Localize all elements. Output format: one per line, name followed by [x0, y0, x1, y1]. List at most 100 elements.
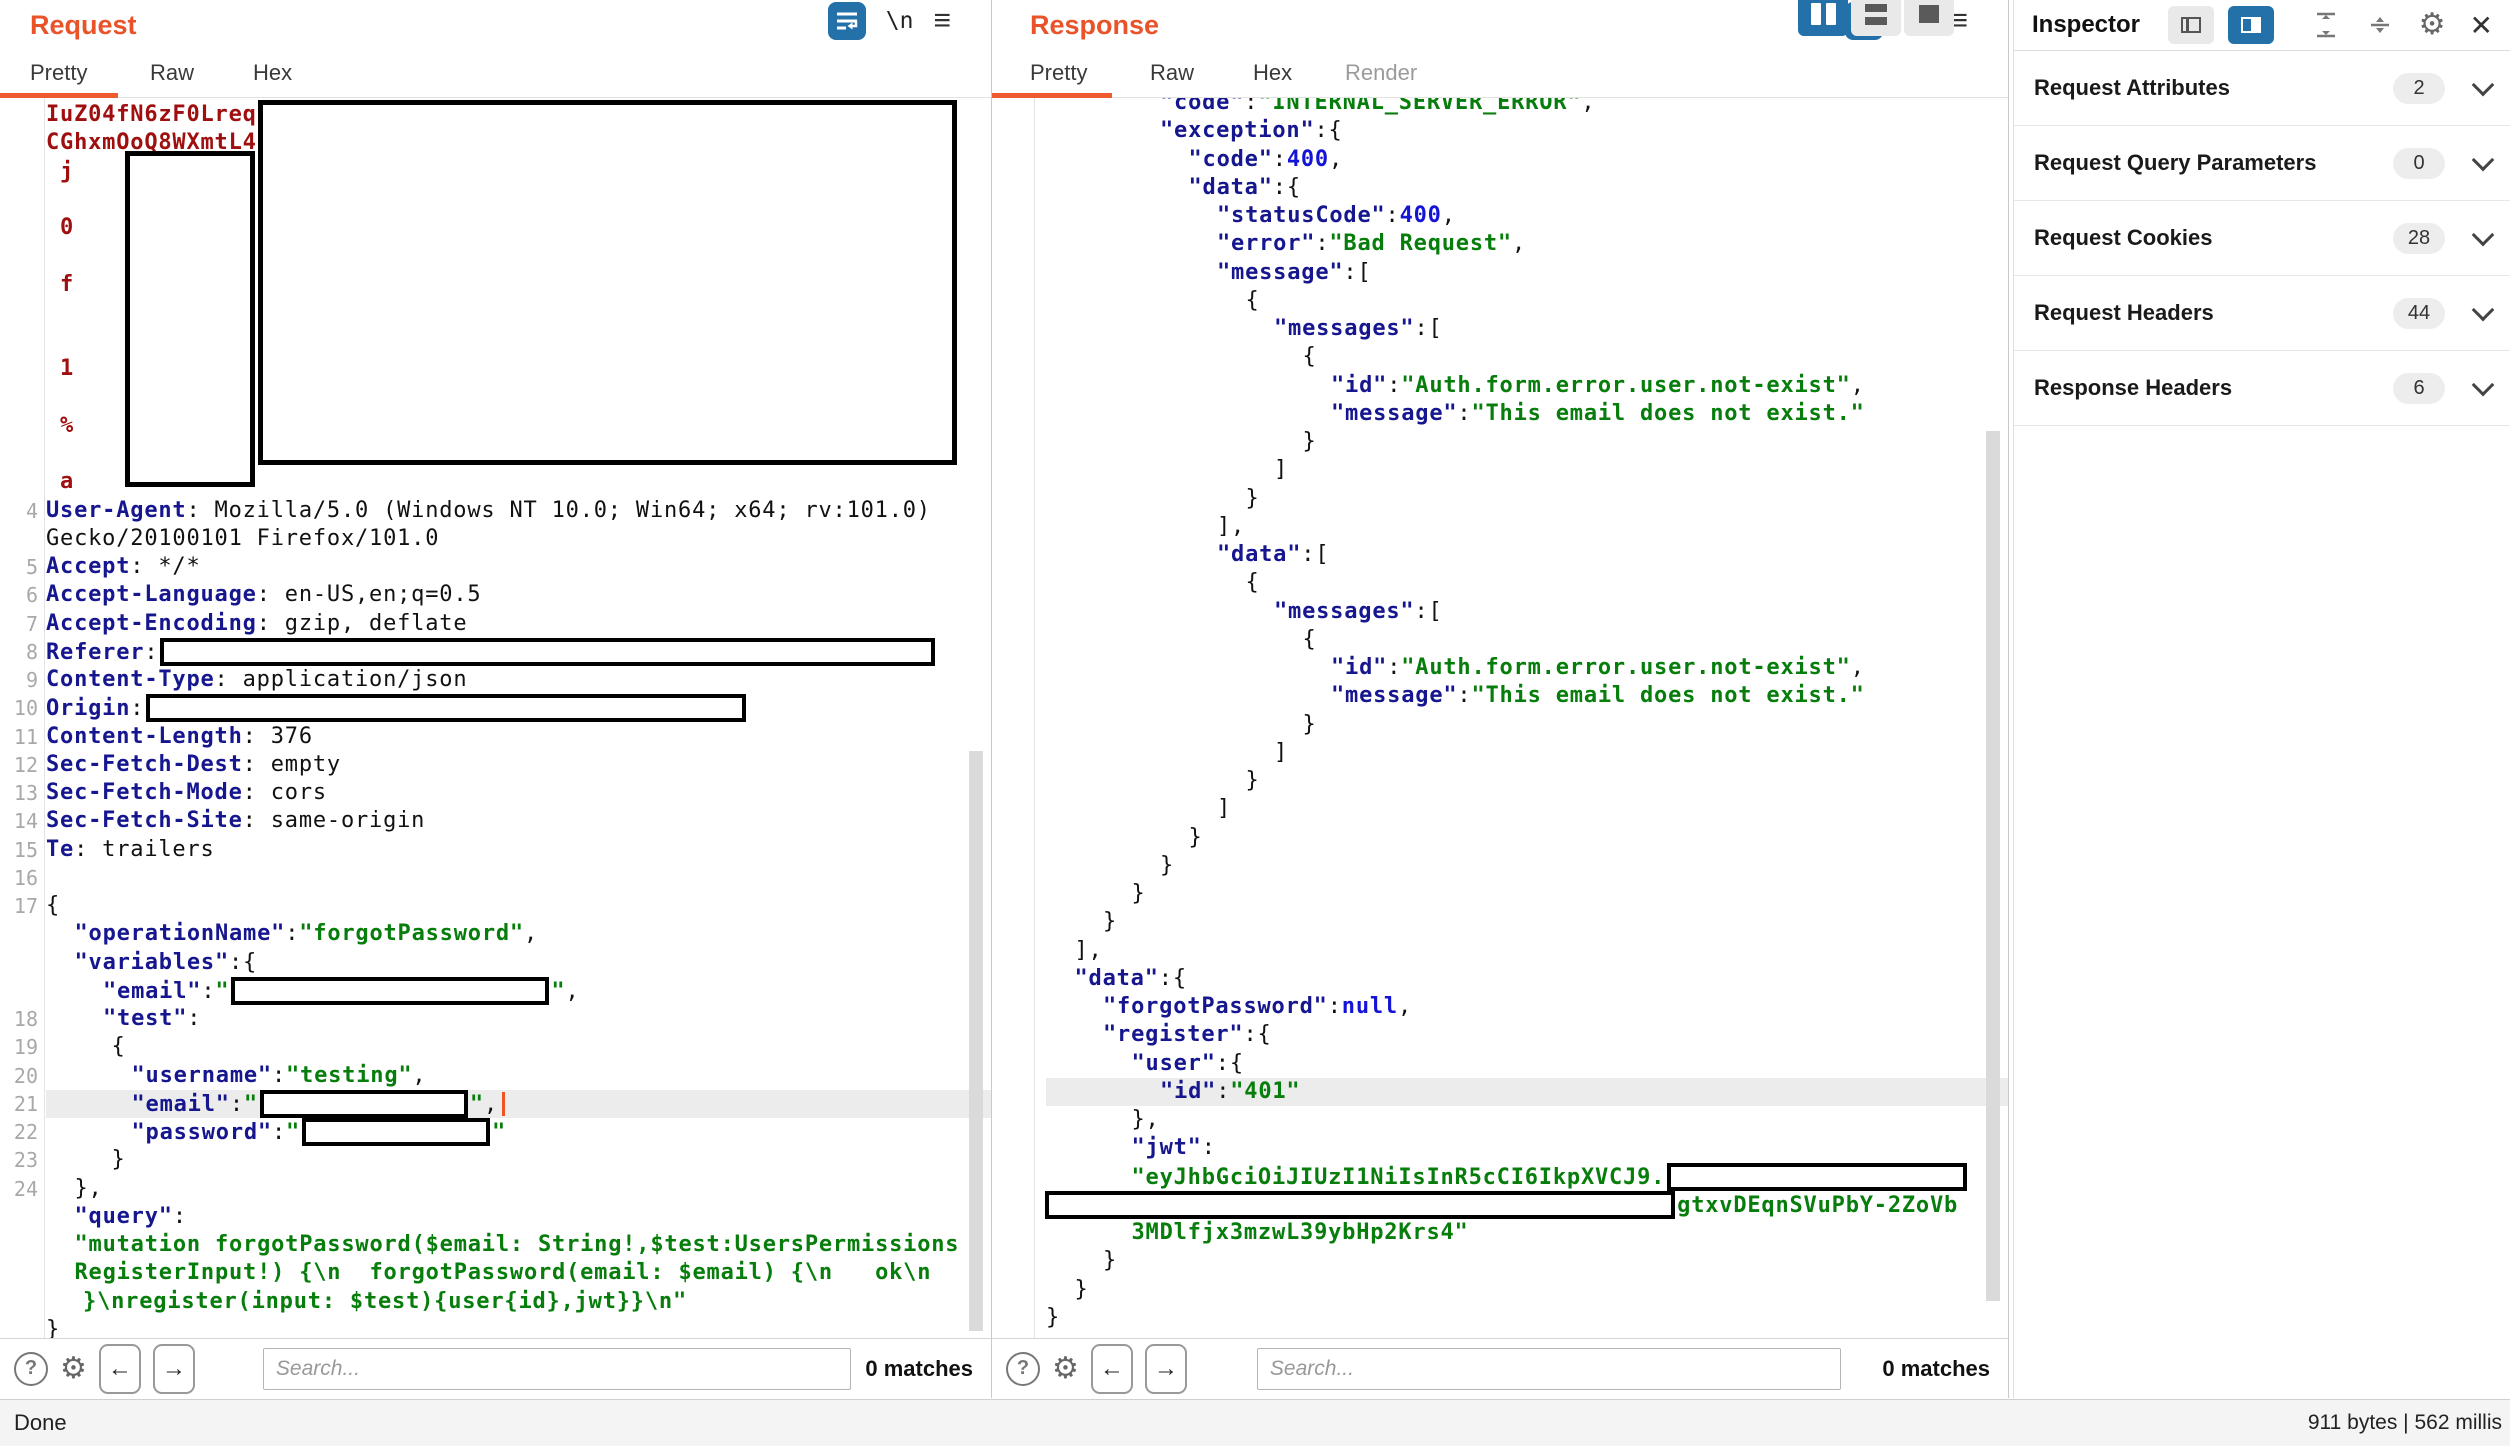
gear-icon[interactable]: ⚙ — [1052, 1354, 1079, 1384]
section-label: Request Attributes — [2034, 75, 2393, 101]
code-text: : Mozilla/5.0 (Windows NT 10.0; Win64; x… — [186, 498, 930, 523]
layout-rows-button[interactable] — [1851, 0, 1901, 36]
code-row: 6Accept-Language: en-US,en;q=0.5 — [46, 581, 991, 609]
inspector-section-request-cookies[interactable]: Request Cookies 28 — [2014, 201, 2510, 276]
code-row: "code":"INTERNAL_SERVER_ERROR", — [1046, 98, 2008, 117]
layout-single-button[interactable] — [1904, 0, 1954, 36]
search-prev-button[interactable]: ← — [99, 1344, 141, 1394]
code-text: : — [1387, 655, 1401, 680]
code-row: "mutation forgotPassword($email: String!… — [46, 1231, 991, 1259]
code-text: { — [1303, 344, 1317, 369]
tab-raw[interactable]: Raw — [1150, 60, 1194, 86]
response-vertical-scrollbar[interactable] — [1986, 431, 2000, 1301]
line-number: 14 — [0, 807, 38, 835]
code-row: } — [1046, 852, 2008, 880]
tab-pretty[interactable]: Pretty — [1030, 60, 1087, 86]
expand-all-icon[interactable] — [2311, 10, 2341, 40]
code-row: 13Sec-Fetch-Mode: cors — [46, 779, 991, 807]
code-row: "forgotPassword":null, — [1046, 993, 2008, 1021]
code-row: "variables":{ — [46, 949, 991, 977]
code-row: "error":"Bad Request", — [1046, 230, 2008, 258]
code-row: 9Content-Type: application/json — [46, 666, 991, 694]
code-text: "exception" — [1160, 118, 1315, 143]
code-row: 8Referer: — [46, 638, 991, 666]
inspector-section-request-query-parameters[interactable]: Request Query Parameters 0 — [2014, 126, 2510, 201]
line-number: 15 — [0, 836, 38, 864]
help-icon[interactable]: ? — [1006, 1352, 1040, 1386]
chevron-down-icon — [2472, 149, 2495, 172]
layout-columns-button[interactable] — [1798, 0, 1848, 36]
tab-render[interactable]: Render — [1345, 60, 1417, 86]
code-text: "message" — [1331, 683, 1457, 708]
code-text: ], — [1075, 938, 1103, 963]
code-text: : — [1387, 373, 1401, 398]
line-number: 22 — [0, 1118, 38, 1146]
code-text: :[ — [1343, 260, 1371, 285]
collapse-all-icon[interactable] — [2365, 10, 2395, 40]
close-icon[interactable]: ✕ — [2470, 9, 2493, 42]
code-text: "query" — [75, 1204, 173, 1229]
line-number: 16 — [0, 864, 38, 892]
code-text: ] — [1274, 740, 1288, 765]
help-icon[interactable]: ? — [14, 1352, 48, 1386]
code-text: "test" — [103, 1006, 187, 1031]
inspector-section-response-headers[interactable]: Response Headers 6 — [2014, 351, 2510, 426]
request-vertical-scrollbar[interactable] — [969, 751, 983, 1331]
code-text: : — [1273, 147, 1287, 172]
code-text: Gecko/20100101 Firefox/101.0 — [46, 526, 439, 551]
gear-icon[interactable]: ⚙ — [2419, 10, 2446, 40]
inspector-dock-side-button[interactable] — [2228, 6, 2274, 44]
tab-raw[interactable]: Raw — [150, 60, 194, 86]
search-prev-button[interactable]: ← — [1091, 1344, 1133, 1394]
line-number: 18 — [0, 1005, 38, 1033]
editor-menu-icon[interactable]: ≡ — [933, 6, 951, 36]
response-body-viewer[interactable]: "code":"INTERNAL_SERVER_ERROR","exceptio… — [992, 98, 2008, 1338]
word-wrap-icon — [834, 8, 860, 34]
inspector-dock-columns-button[interactable] — [2168, 6, 2214, 44]
code-text: : */* — [130, 554, 200, 579]
inspector-section-request-headers[interactable]: Request Headers 44 — [2014, 276, 2510, 351]
code-row: } — [1046, 1276, 2008, 1304]
code-text: } — [1075, 1277, 1089, 1302]
code-text: j — [46, 159, 74, 184]
code-text: : — [1328, 994, 1342, 1019]
gear-icon[interactable]: ⚙ — [60, 1354, 87, 1384]
inspector-panel: Inspector ⚙ ✕ Request Attributes 2 — [2013, 0, 2510, 1398]
code-text: "message" — [1217, 260, 1343, 285]
code-text: 400 — [1400, 203, 1442, 228]
code-text: IuZ04fN6zF0Lreq — [46, 102, 257, 127]
section-label: Response Headers — [2034, 375, 2393, 401]
code-row: "code":400, — [1046, 146, 2008, 174]
inspector-section-request-attributes[interactable]: Request Attributes 2 — [2014, 51, 2510, 126]
code-text: "code" — [1160, 98, 1244, 115]
code-text: : — [230, 1092, 244, 1117]
redaction-box — [258, 100, 957, 465]
tab-pretty[interactable]: Pretty — [30, 60, 87, 86]
line-number: 5 — [0, 553, 38, 581]
tab-hex[interactable]: Hex — [1253, 60, 1292, 86]
code-text: "data" — [1189, 175, 1273, 200]
section-label: Request Query Parameters — [2034, 150, 2393, 176]
code-row: 5Accept: */* — [46, 553, 991, 581]
code-text: "forgotPassword" — [299, 921, 524, 946]
tab-hex[interactable]: Hex — [253, 60, 292, 86]
word-wrap-toggle-button[interactable] — [828, 2, 866, 40]
search-next-button[interactable]: → — [153, 1344, 195, 1394]
code-row: gtxvDEqnSVuPbY-2ZoVb — [1046, 1191, 2008, 1219]
code-text: } — [1103, 1248, 1117, 1273]
code-text: { — [1246, 288, 1260, 313]
redaction-box — [146, 694, 746, 722]
code-text: : — [272, 1063, 286, 1088]
code-text: "messages" — [1274, 316, 1414, 341]
search-input[interactable] — [1257, 1348, 1841, 1390]
code-text: } — [46, 1317, 60, 1338]
code-row: "id":"401" — [1046, 1078, 2008, 1106]
show-newlines-button[interactable]: \n — [886, 8, 914, 34]
code-text: 1 — [46, 356, 74, 381]
request-body-viewer[interactable]: IuZ04fN6zF0LreqCGhxmOoQ8WXmtL4 j 0 f 1 %… — [0, 98, 991, 1338]
code-text: "operationName" — [75, 921, 286, 946]
search-next-button[interactable]: → — [1145, 1344, 1187, 1394]
code-text: : — [1216, 1079, 1230, 1104]
search-input[interactable] — [263, 1348, 851, 1390]
request-panel-header: Request Pretty Raw Hex \n ≡ — [0, 0, 991, 98]
